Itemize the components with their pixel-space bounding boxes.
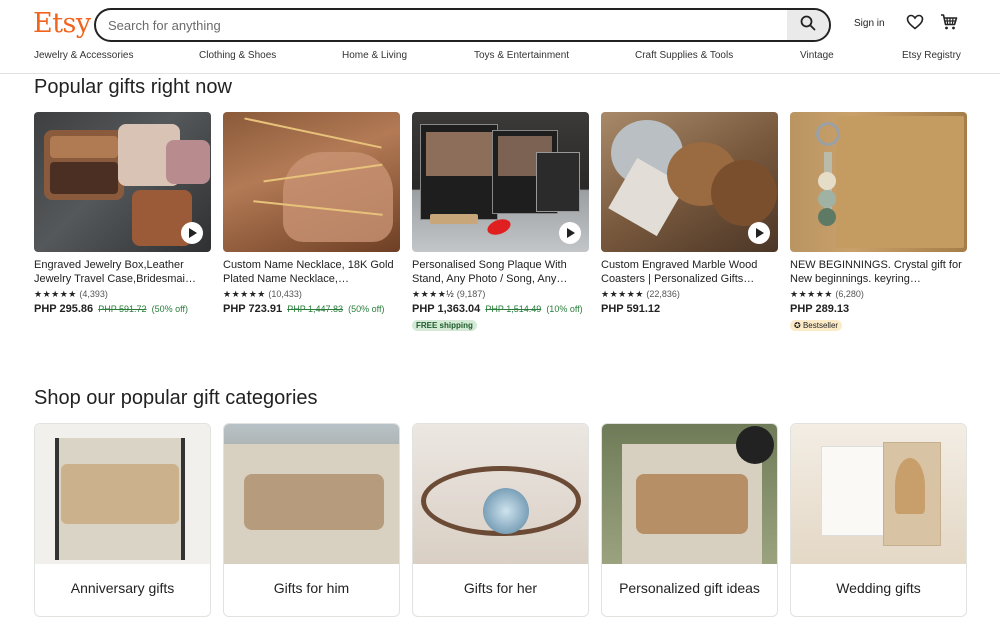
category-card-personalized[interactable]: Personalized gift ideas <box>601 423 778 617</box>
review-count: (10,433) <box>268 289 302 299</box>
category-nav: Jewelry & Accessories Clothing & Shoes H… <box>34 50 961 64</box>
gift-categories-heading: Shop our popular gift categories <box>34 387 318 409</box>
nav-home-living[interactable]: Home & Living <box>342 50 407 61</box>
product-title[interactable]: Custom Name Necklace, 18K Gold Plated Na… <box>223 258 400 286</box>
free-shipping-badge: FREE shipping <box>412 320 477 331</box>
product-image-name-necklace[interactable] <box>223 112 400 252</box>
nav-clothing-shoes[interactable]: Clothing & Shoes <box>199 50 276 61</box>
discount-percent: (50% off) <box>151 304 188 314</box>
original-price: PHP 591.72 <box>98 304 147 314</box>
star-rating-icon: ★★★★★ <box>34 289 77 299</box>
product-rating: ★★★★★ (10,433) <box>223 289 302 300</box>
star-rating-icon: ★★★★★ <box>601 289 644 299</box>
sign-in-link[interactable]: Sign in <box>854 18 885 29</box>
product-image-coasters[interactable] <box>601 112 778 252</box>
current-price: PHP 289.13 <box>790 303 850 315</box>
category-label: Wedding gifts <box>836 580 921 596</box>
product-price: PHP 591.12 <box>601 303 660 315</box>
product-price: PHP 295.86 PHP 591.72 (50% off) <box>34 303 188 315</box>
heart-icon <box>906 14 924 35</box>
nav-jewelry-accessories[interactable]: Jewelry & Accessories <box>34 50 133 61</box>
product-image-song-plaque[interactable] <box>412 112 589 252</box>
star-rating-icon: ★★★★★ <box>790 289 833 299</box>
search-button[interactable] <box>787 10 829 40</box>
video-play-icon[interactable] <box>181 222 203 244</box>
product-title[interactable]: Personalised Song Plaque With Stand, Any… <box>412 258 589 286</box>
nav-craft-supplies-tools[interactable]: Craft Supplies & Tools <box>635 50 733 61</box>
nav-etsy-registry[interactable]: Etsy Registry <box>902 50 961 61</box>
discount-percent: (50% off) <box>348 304 385 314</box>
search-icon <box>800 15 816 36</box>
category-label: Gifts for him <box>273 580 350 596</box>
site-header: Etsy Sign in Jewelry & Accessories Cloth… <box>0 0 1000 74</box>
award-icon: ✪ <box>794 321 801 330</box>
product-image-crystal-keyring[interactable] <box>790 112 967 252</box>
video-play-icon[interactable] <box>559 222 581 244</box>
star-rating-icon: ★★★★★ <box>223 289 266 299</box>
current-price: PHP 591.12 <box>601 303 661 315</box>
cart-icon <box>940 13 958 36</box>
product-rating: ★★★★★ (22,836) <box>601 289 680 300</box>
product-title[interactable]: Engraved Jewelry Box,Leather Jewelry Tra… <box>34 258 211 286</box>
product-price: PHP 289.13 <box>790 303 849 315</box>
product-title[interactable]: Custom Engraved Marble Wood Coasters | P… <box>601 258 778 286</box>
category-image-gift-box <box>791 424 966 564</box>
original-price: PHP 1,514.49 <box>485 304 542 314</box>
review-count: (6,280) <box>835 289 864 299</box>
product-rating: ★★★★½ (9,187) <box>412 289 485 300</box>
current-price: PHP 1,363.04 <box>412 303 481 315</box>
review-count: (4,393) <box>79 289 108 299</box>
bestseller-label: Bestseller <box>802 321 839 330</box>
product-card[interactable]: Custom Engraved Marble Wood Coasters | P… <box>601 112 778 337</box>
product-card[interactable]: Custom Name Necklace, 18K Gold Plated Na… <box>223 112 400 337</box>
product-card[interactable]: Personalised Song Plaque With Stand, Any… <box>412 112 589 337</box>
product-image-jewelry-box[interactable] <box>34 112 211 252</box>
search-input[interactable] <box>108 10 788 40</box>
review-count: (22,836) <box>646 289 680 299</box>
original-price: PHP 1,447.83 <box>287 304 344 314</box>
cart-button[interactable] <box>939 13 959 36</box>
product-rating: ★★★★★ (4,393) <box>34 289 108 300</box>
category-label: Anniversary gifts <box>70 580 175 596</box>
bestseller-badge: ✪ Bestseller <box>790 320 843 331</box>
product-card[interactable]: Engraved Jewelry Box,Leather Jewelry Tra… <box>34 112 211 337</box>
current-price: PHP 723.91 <box>223 303 283 315</box>
category-label: Gifts for her <box>463 580 538 596</box>
etsy-logo[interactable]: Etsy <box>33 8 91 39</box>
category-card-anniversary[interactable]: Anniversary gifts <box>34 423 211 617</box>
category-card-her[interactable]: Gifts for her <box>412 423 589 617</box>
product-price: PHP 723.91 PHP 1,447.83 (50% off) <box>223 303 385 315</box>
product-rating: ★★★★★ (6,280) <box>790 289 864 300</box>
video-play-icon[interactable] <box>748 222 770 244</box>
category-image-folded-book-date <box>35 424 210 564</box>
product-price: PHP 1,363.04 PHP 1,514.49 (10% off) <box>412 303 583 315</box>
category-image-folded-book-write <box>224 424 399 564</box>
category-label: Personalized gift ideas <box>619 580 760 596</box>
category-card-him[interactable]: Gifts for him <box>223 423 400 617</box>
popular-gifts-heading: Popular gifts right now <box>34 76 232 98</box>
nav-vintage[interactable]: Vintage <box>800 50 834 61</box>
discount-percent: (10% off) <box>546 304 583 314</box>
current-price: PHP 295.86 <box>34 303 94 315</box>
search-bar <box>94 8 831 42</box>
review-count: (9,187) <box>456 289 486 299</box>
category-image-bracelet <box>413 424 588 564</box>
category-card-wedding[interactable]: Wedding gifts <box>790 423 967 617</box>
product-title[interactable]: NEW BEGINNINGS. Crystal gift for New beg… <box>790 258 967 286</box>
favorites-button[interactable] <box>905 14 925 34</box>
product-card[interactable]: NEW BEGINNINGS. Crystal gift for New beg… <box>790 112 967 337</box>
star-rating-icon: ★★★★½ <box>412 289 455 299</box>
category-image-folded-book-baby <box>602 424 777 564</box>
nav-toys-entertainment[interactable]: Toys & Entertainment <box>474 50 569 61</box>
